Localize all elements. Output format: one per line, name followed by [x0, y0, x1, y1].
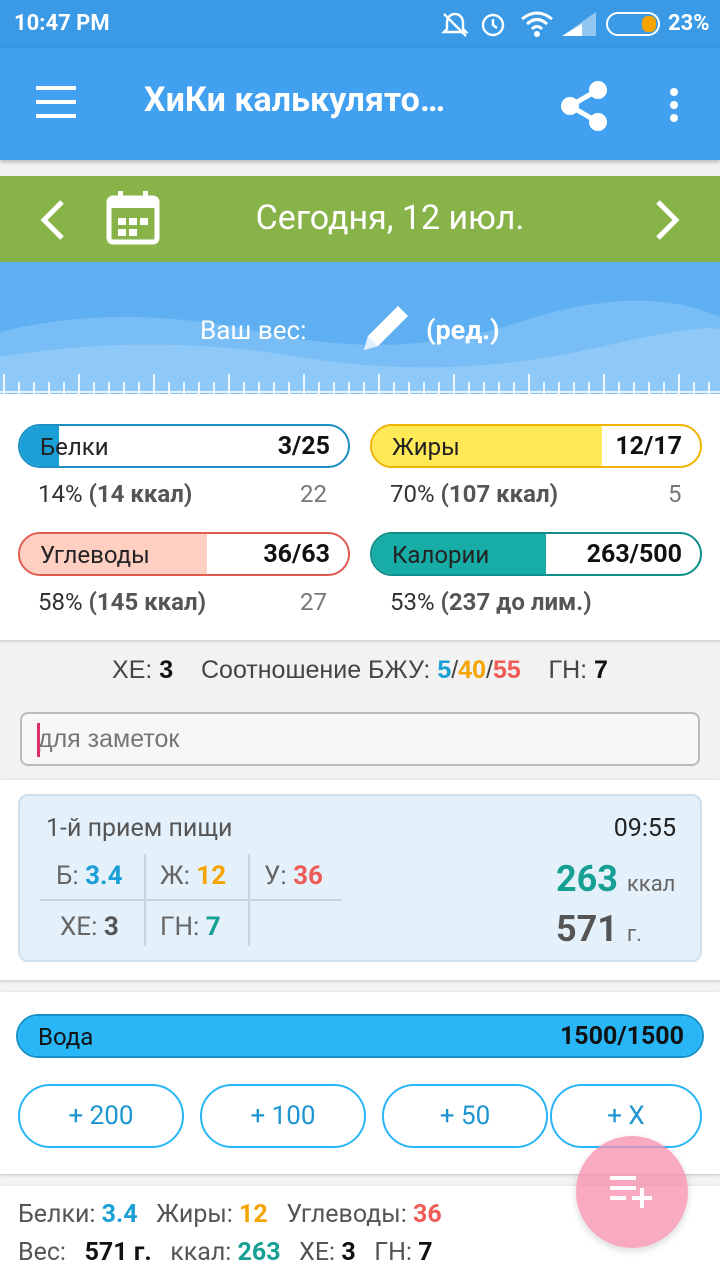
meal-card[interactable]: 1-й прием пищи 09:55 Б: 3.4 Ж: 12 У: 36 …: [18, 794, 702, 962]
protein-value: 3/25: [277, 432, 330, 461]
meal-time: 09:55: [613, 814, 676, 843]
carbs-label: Углеводы: [40, 541, 150, 569]
menu-icon[interactable]: [36, 86, 76, 118]
meal-gn: ГН: 7: [160, 912, 221, 942]
fat-bar[interactable]: Жиры 12/17: [370, 424, 702, 468]
calories-label: Калории: [392, 541, 490, 569]
meal-grams: 571 г.: [556, 908, 642, 950]
prev-day-icon[interactable]: [36, 198, 68, 242]
text-cursor: [37, 723, 40, 757]
weight-label: Ваш вес:: [200, 316, 307, 346]
share-icon[interactable]: [556, 78, 612, 134]
protein-detail: 14% (14 ккал): [38, 480, 193, 508]
playlist-add-icon: [610, 1176, 652, 1208]
calories-detail: 53% (237 до лим.): [390, 588, 592, 616]
summary-line: ХЕ: 3 Соотношение БЖУ: 5/40/55 ГН: 7: [112, 656, 608, 684]
calendar-icon[interactable]: [106, 190, 160, 246]
meal-carbs: У: 36: [264, 861, 323, 891]
notes-input[interactable]: [20, 712, 700, 766]
overflow-menu-icon[interactable]: [670, 88, 680, 122]
carbs-remaining: 27: [300, 588, 327, 616]
weight-edit-link[interactable]: (ред.): [426, 314, 500, 346]
add-water-50-button[interactable]: + 50: [382, 1084, 548, 1148]
meal-fat: Ж: 12: [160, 861, 227, 891]
fat-detail: 70% (107 ккал): [390, 480, 559, 508]
battery-icon: [606, 12, 660, 36]
status-time: 10:47 PM: [14, 11, 110, 36]
protein-remaining: 22: [300, 480, 327, 508]
wifi-icon: [521, 11, 553, 37]
water-value: 1500/1500: [559, 1022, 684, 1051]
date-bar: Сегодня, 12 июл.: [0, 176, 720, 262]
carbs-value: 36/63: [263, 540, 330, 569]
water-bar[interactable]: Вода 1500/1500: [16, 1014, 704, 1058]
totals-summary: Вес: 571 г. ккал: 263 ХЕ: 3 ГН: 7: [18, 1238, 433, 1267]
date-label[interactable]: Сегодня, 12 июл.: [180, 198, 600, 238]
totals-macros: Белки: 3.4 Жиры: 12 Углеводы: 36: [18, 1200, 442, 1229]
meal-protein: Б: 3.4: [56, 861, 123, 891]
meal-kcal: 263 ккал: [556, 858, 676, 900]
protein-label: Белки: [40, 433, 109, 461]
add-water-200-button[interactable]: + 200: [18, 1084, 184, 1148]
carbs-detail: 58% (145 ккал): [38, 588, 207, 616]
carbs-bar[interactable]: Углеводы 36/63: [18, 532, 350, 576]
meal-title: 1-й прием пищи: [46, 814, 233, 843]
add-water-100-button[interactable]: + 100: [200, 1084, 366, 1148]
add-meal-fab[interactable]: [576, 1136, 688, 1248]
fat-label: Жиры: [392, 433, 460, 461]
water-label: Вода: [38, 1023, 94, 1051]
app-bar: ХиКи калькулято…: [0, 48, 720, 160]
calories-bar[interactable]: Калории 263/500: [370, 532, 702, 576]
signal-icon: [562, 12, 596, 36]
calories-value: 263/500: [586, 540, 682, 569]
protein-bar[interactable]: Белки 3/25: [18, 424, 350, 468]
app-title: ХиКи калькулято…: [144, 80, 446, 120]
battery-percent: 23%: [668, 11, 710, 36]
status-bar: 10:47 PM 23%: [0, 0, 720, 48]
mute-icon: [441, 12, 469, 37]
next-day-icon[interactable]: [652, 198, 684, 242]
weight-panel: Ваш вес: (ред.): [0, 262, 720, 394]
alarm-icon: [481, 13, 505, 37]
fat-remaining: 5: [668, 480, 682, 508]
fat-value: 12/17: [615, 432, 682, 461]
meal-xe: ХЕ: 3: [60, 912, 119, 942]
grid-divider: [40, 899, 342, 901]
pencil-icon[interactable]: [358, 300, 414, 356]
macros-card: Белки 3/25 14% (14 ккал) 22 Жиры 12/17 7…: [0, 394, 720, 640]
